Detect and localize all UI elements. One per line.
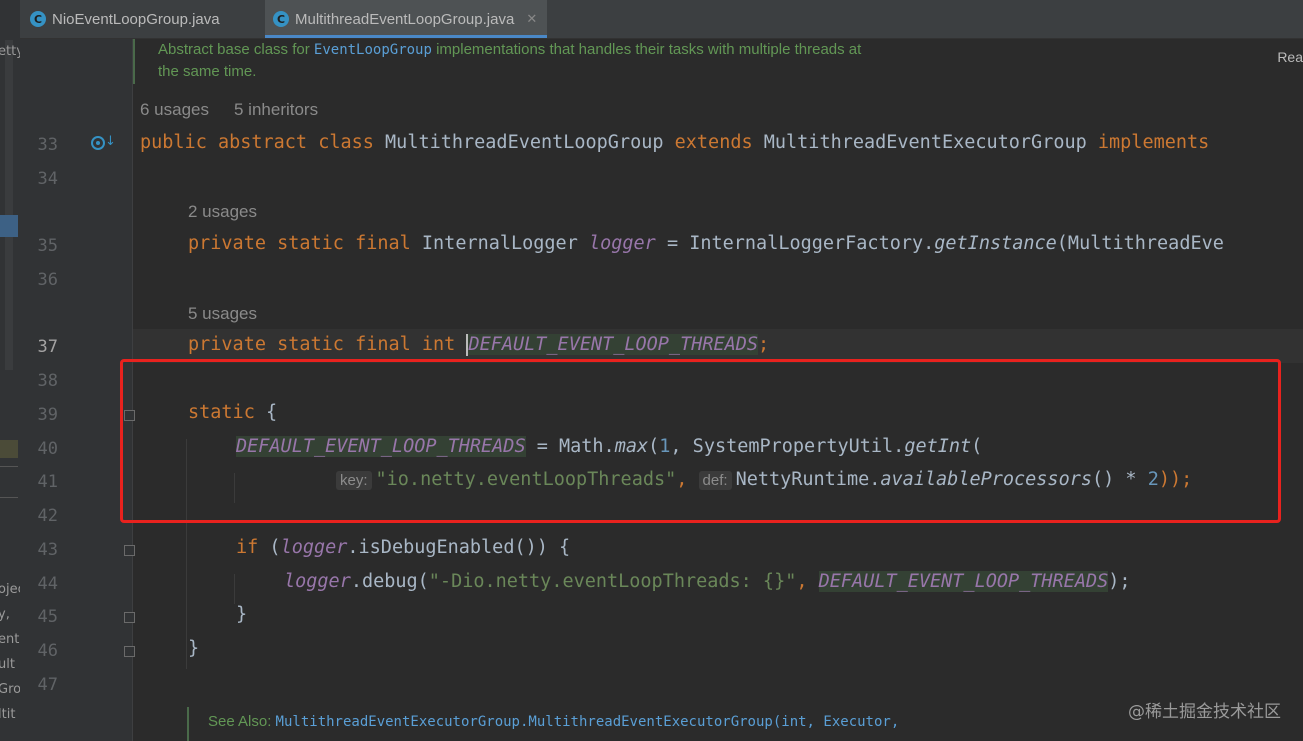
comma: , bbox=[796, 571, 819, 592]
usages-hint[interactable]: 2 usages bbox=[188, 202, 257, 222]
keyword: public abstract class bbox=[140, 132, 386, 153]
scrollbar-track[interactable] bbox=[5, 40, 13, 370]
code-text: ); bbox=[1108, 571, 1131, 592]
left-strip-text: ltit bbox=[0, 707, 16, 722]
doc-comment-bar bbox=[187, 707, 189, 741]
left-strip-text: Gro bbox=[0, 682, 20, 697]
inheritors-hint[interactable]: 5 inheritors bbox=[234, 100, 318, 120]
code-text: .isDebugEnabled()) { bbox=[347, 537, 571, 558]
fold-marker-icon[interactable] bbox=[124, 646, 135, 657]
keyword: extends bbox=[674, 132, 764, 153]
watermark: @稀土掘金技术社区 bbox=[1128, 702, 1281, 722]
left-strip-text: ult bbox=[0, 657, 15, 672]
line-number: 34 bbox=[37, 169, 58, 189]
line-number: 46 bbox=[37, 641, 58, 661]
javadoc-comment: Abstract base class for EventLoopGroup i… bbox=[158, 39, 861, 83]
line-number: 47 bbox=[37, 675, 58, 695]
code-line-37[interactable]: private static final int DEFAULT_EVENT_L… bbox=[188, 334, 769, 356]
left-strip-text: ojec bbox=[0, 582, 20, 597]
project-tree-marker bbox=[0, 440, 18, 458]
project-panel-strip[interactable]: etty ojec y, ent ult Gro ltit bbox=[0, 0, 20, 741]
string-literal: "-Dio.netty.eventLoopThreads: {}" bbox=[428, 571, 797, 592]
method-call: getInstance bbox=[934, 233, 1057, 254]
class-icon: C bbox=[273, 11, 289, 27]
line-number-current: 37 bbox=[37, 337, 58, 357]
left-strip-text: etty bbox=[0, 44, 20, 59]
tab-label: NioEventLoopGroup.java bbox=[52, 10, 220, 28]
code-line-46[interactable]: } bbox=[188, 638, 199, 659]
project-tree-selection bbox=[0, 215, 18, 237]
class-name: MultithreadEventExecutorGroup bbox=[763, 132, 1098, 153]
code-editor[interactable]: Abstract base class for EventLoopGroup i… bbox=[20, 39, 1303, 741]
line-number: 41 bbox=[37, 472, 58, 492]
keyword: private static final bbox=[188, 233, 422, 254]
field-ref: logger bbox=[284, 571, 351, 592]
doc-link-eventloopgroup[interactable]: EventLoopGroup bbox=[314, 42, 432, 58]
line-number: 35 bbox=[37, 236, 58, 256]
see-also-doc: See Also: MultithreadEventExecutorGroup.… bbox=[208, 713, 899, 730]
code-line-35[interactable]: private static final InternalLogger logg… bbox=[188, 233, 1224, 254]
field-ref: logger bbox=[280, 537, 348, 558]
active-tab-indicator bbox=[265, 35, 548, 38]
see-also-label: See Also: bbox=[208, 713, 276, 730]
tab-label: MultithreadEventLoopGroup.java bbox=[295, 10, 515, 28]
code-text: = InternalLoggerFactory. bbox=[655, 233, 935, 254]
field-declaration: DEFAULT_EVENT_LOOP_THREADS bbox=[468, 334, 759, 355]
divider bbox=[0, 466, 18, 467]
field-ref: DEFAULT_EVENT_LOOP_THREADS bbox=[818, 571, 1109, 592]
fold-marker-icon[interactable] bbox=[124, 612, 135, 623]
line-number: 45 bbox=[37, 607, 58, 627]
line-number: 44 bbox=[37, 574, 58, 594]
fold-marker-icon[interactable] bbox=[124, 545, 135, 556]
keyword: implements bbox=[1097, 132, 1210, 153]
code-line-33[interactable]: public abstract class MultithreadEventLo… bbox=[140, 132, 1209, 153]
doc-text: the same time. bbox=[158, 63, 257, 80]
field-ref: logger bbox=[588, 233, 656, 254]
line-number: 40 bbox=[37, 439, 58, 459]
reader-mode-label[interactable]: Rea bbox=[1277, 49, 1303, 65]
line-number: 39 bbox=[37, 405, 58, 425]
highlight-annotation-box bbox=[120, 359, 1281, 523]
editor-tab-bar: C NioEventLoopGroup.java C MultithreadEv… bbox=[20, 0, 1303, 39]
left-strip-text: y, bbox=[0, 607, 10, 622]
code-text: (MultithreadEve bbox=[1056, 233, 1224, 254]
line-number: 42 bbox=[37, 506, 58, 526]
see-also-link[interactable]: MultithreadEventExecutorGroup.Multithrea… bbox=[276, 714, 900, 730]
doc-comment-bar bbox=[133, 39, 135, 84]
line-number: 43 bbox=[37, 540, 58, 560]
code-text: .debug( bbox=[350, 571, 429, 592]
code-line-44[interactable]: logger.debug("-Dio.netty.eventLoopThread… bbox=[284, 571, 1131, 592]
tab-nio-event-loop-group[interactable]: C NioEventLoopGroup.java bbox=[30, 0, 220, 38]
line-number: 38 bbox=[37, 371, 58, 391]
code-line-43[interactable]: if (logger.isDebugEnabled()) { bbox=[236, 537, 570, 558]
line-number: 33 bbox=[37, 135, 58, 155]
line-number: 36 bbox=[37, 270, 58, 290]
type-name: InternalLogger bbox=[421, 233, 589, 254]
keyword: if bbox=[236, 537, 270, 558]
code-line-45[interactable]: } bbox=[236, 604, 247, 625]
doc-text: Abstract base class for bbox=[158, 41, 314, 58]
indent-guide bbox=[234, 574, 235, 604]
usages-hint[interactable]: 6 usages bbox=[140, 100, 209, 120]
keyword: private static final int bbox=[188, 334, 467, 355]
class-name: MultithreadEventLoopGroup bbox=[385, 132, 675, 153]
implemented-icon[interactable] bbox=[91, 136, 105, 150]
usages-hint[interactable]: 5 usages bbox=[188, 304, 257, 324]
doc-text: implementations that handles their tasks… bbox=[431, 41, 862, 58]
tab-multithread-event-loop-group[interactable]: C MultithreadEventLoopGroup.java ✕ bbox=[265, 0, 548, 38]
left-strip-text: ent bbox=[0, 632, 20, 647]
divider bbox=[0, 497, 18, 498]
class-icon: C bbox=[30, 11, 46, 27]
semicolon: ; bbox=[758, 334, 770, 355]
code-text: ( bbox=[269, 537, 281, 558]
arrow-down-icon[interactable]: ↓ bbox=[105, 134, 116, 149]
close-icon[interactable]: ✕ bbox=[526, 12, 537, 27]
